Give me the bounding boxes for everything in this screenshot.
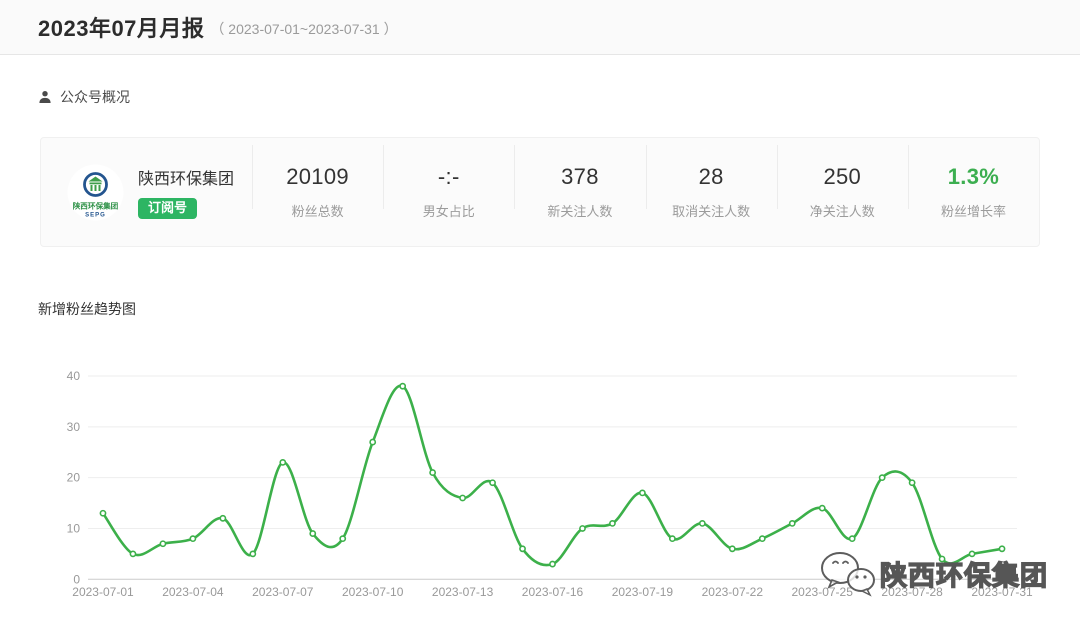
stat-value: 20109 xyxy=(252,164,383,190)
stat-label: 净关注人数 xyxy=(777,201,908,220)
stat-growth-rate: 1.3% 粉丝增长率 xyxy=(908,164,1039,220)
stat-unfollowers: 28 取消关注人数 xyxy=(646,164,777,220)
stat-label: 男女占比 xyxy=(383,201,514,220)
stat-value: 1.3% xyxy=(908,164,1039,190)
person-icon xyxy=(38,90,52,104)
report-header: 2023年07月月报 （ 2023-07-01~2023-07-31 ） xyxy=(0,0,1080,55)
svg-text:20: 20 xyxy=(67,471,81,485)
svg-text:2023-07-19: 2023-07-19 xyxy=(612,585,674,599)
stat-gender-ratio: -:- 男女占比 xyxy=(383,164,514,220)
svg-text:2023-07-13: 2023-07-13 xyxy=(432,585,494,599)
account-name: 陕西环保集团 xyxy=(138,165,234,189)
stat-label: 粉丝总数 xyxy=(252,201,383,220)
account-brand: 陕西环保集团 SEPG 陕西环保集团 订阅号 xyxy=(41,164,252,221)
svg-text:2023-07-25: 2023-07-25 xyxy=(792,585,854,599)
trend-line-chart-svg: 0102030402023-07-012023-07-042023-07-072… xyxy=(0,340,1080,615)
svg-text:40: 40 xyxy=(67,369,81,383)
overview-section-header: 公众号概况 xyxy=(38,87,130,107)
stat-new-followers: 378 新关注人数 xyxy=(514,164,645,220)
stat-value: -:- xyxy=(383,164,514,190)
svg-text:2023-07-28: 2023-07-28 xyxy=(881,585,943,599)
account-logo: 陕西环保集团 SEPG xyxy=(67,164,124,221)
account-type-badge: 订阅号 xyxy=(138,198,197,219)
stat-total-fans: 20109 粉丝总数 xyxy=(252,164,383,220)
svg-text:SEPG: SEPG xyxy=(85,212,106,218)
svg-text:2023-07-10: 2023-07-10 xyxy=(342,585,404,599)
stat-label: 取消关注人数 xyxy=(646,201,777,220)
svg-text:2023-07-07: 2023-07-07 xyxy=(252,585,314,599)
svg-text:2023-07-01: 2023-07-01 xyxy=(72,585,134,599)
report-date-range: （ 2023-07-01~2023-07-31 ） xyxy=(210,16,397,39)
stat-value: 28 xyxy=(646,164,777,190)
svg-text:2023-07-22: 2023-07-22 xyxy=(702,585,764,599)
svg-text:2023-07-16: 2023-07-16 xyxy=(522,585,584,599)
new-fans-trend-chart: 0102030402023-07-012023-07-042023-07-072… xyxy=(0,340,1080,615)
stat-label: 新关注人数 xyxy=(514,201,645,220)
svg-text:10: 10 xyxy=(67,521,81,535)
stat-label: 粉丝增长率 xyxy=(908,201,1039,220)
svg-text:陕西环保集团: 陕西环保集团 xyxy=(73,200,119,210)
stat-value: 250 xyxy=(777,164,908,190)
overview-section-title: 公众号概况 xyxy=(60,87,130,107)
stat-net-followers: 250 净关注人数 xyxy=(777,164,908,220)
svg-text:30: 30 xyxy=(67,420,81,434)
page-title: 2023年07月月报 xyxy=(38,11,204,43)
stat-value: 378 xyxy=(514,164,645,190)
trend-chart-title: 新增粉丝趋势图 xyxy=(38,299,136,319)
account-overview-card: 陕西环保集团 SEPG 陕西环保集团 订阅号 20109 粉丝总数 -:- 男女… xyxy=(40,137,1040,247)
svg-text:2023-07-04: 2023-07-04 xyxy=(162,585,224,599)
svg-text:2023-07-31: 2023-07-31 xyxy=(971,585,1033,599)
